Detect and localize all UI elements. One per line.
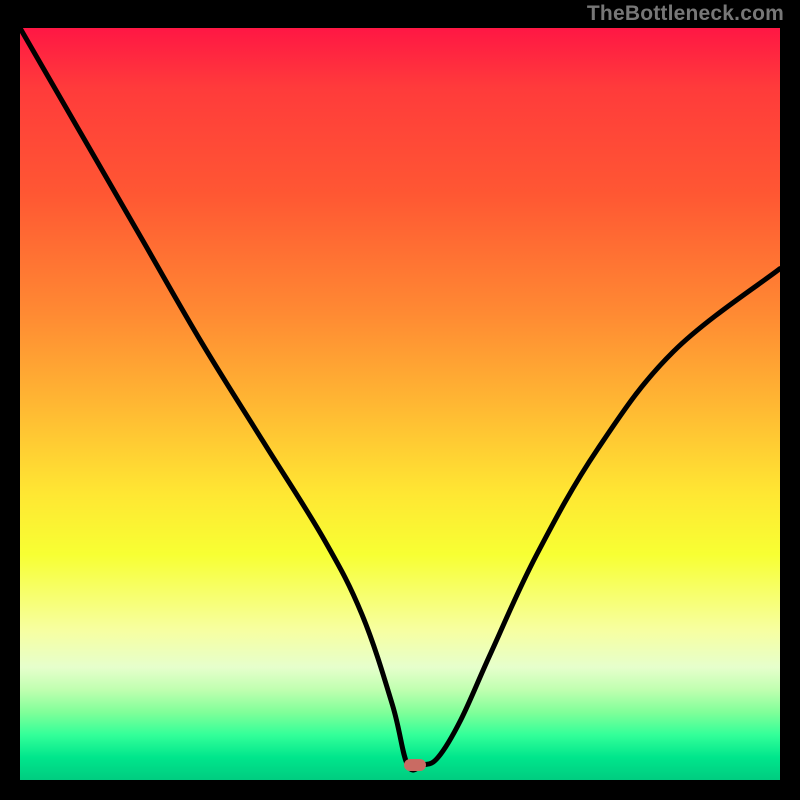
optimal-marker (404, 759, 426, 771)
watermark-text: TheBottleneck.com (587, 2, 784, 26)
plot-area (20, 28, 780, 780)
chart-frame: TheBottleneck.com (0, 0, 800, 800)
bottleneck-curve (20, 28, 780, 780)
